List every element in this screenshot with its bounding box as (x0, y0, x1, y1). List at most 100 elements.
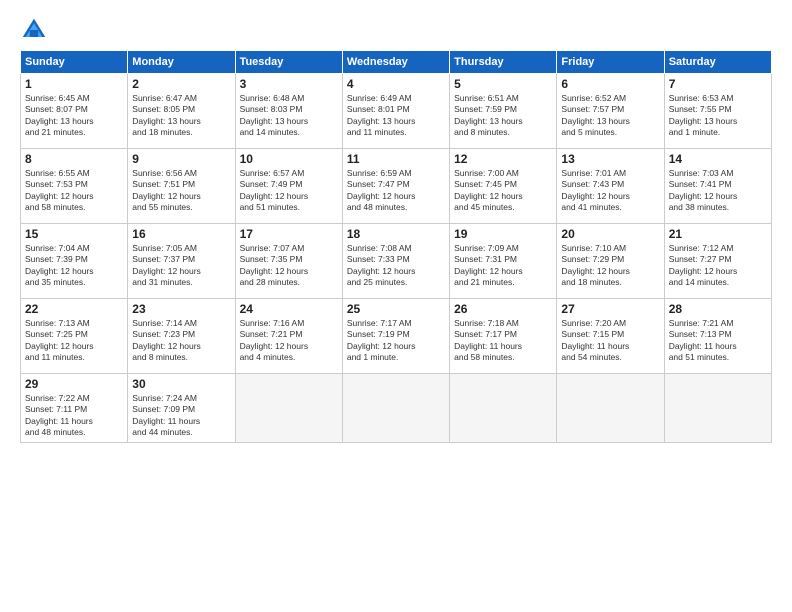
day-number: 19 (454, 227, 552, 241)
calendar-cell: 21Sunrise: 7:12 AM Sunset: 7:27 PM Dayli… (664, 224, 771, 299)
logo-icon (20, 16, 48, 44)
day-number: 12 (454, 152, 552, 166)
calendar-cell: 23 Sunrise: 7:14 AM Sunset: 7:23 PM Dayli… (128, 299, 235, 374)
day-number: 26 (454, 302, 552, 316)
day-info: Sunrise: 7:21 AM Sunset: 7:13 PM Dayligh… (669, 318, 767, 364)
day-number: 5 (454, 77, 552, 91)
day-info: Sunrise: 7:20 AM Sunset: 7:15 PM Dayligh… (561, 318, 659, 364)
day-info: Sunrise: 7:22 AM Sunset: 7:11 PM Dayligh… (25, 393, 123, 439)
day-info: Sunrise: 6:49 AM Sunset: 8:01 PM Dayligh… (347, 93, 445, 139)
calendar-cell: 4Sunrise: 6:49 AM Sunset: 8:01 PM Daylig… (342, 74, 449, 149)
day-number: 21 (669, 227, 767, 241)
day-info: Sunrise: 7:07 AM Sunset: 7:35 PM Dayligh… (240, 243, 338, 289)
calendar-cell: 12 Sunrise: 7:00 AM Sunset: 7:45 PM Dayli… (450, 149, 557, 224)
day-number: 27 (561, 302, 659, 316)
col-header-saturday: Saturday (664, 51, 771, 74)
calendar-week-3: 15Sunrise: 7:04 AM Sunset: 7:39 PM Dayli… (21, 224, 772, 299)
day-number: 3 (240, 77, 338, 91)
logo (20, 16, 52, 44)
calendar-cell: 29 Sunrise: 7:22 AM Sunset: 7:11 PM Dayli… (21, 374, 128, 443)
calendar-header-row: SundayMondayTuesdayWednesdayThursdayFrid… (21, 51, 772, 74)
calendar-cell: 17Sunrise: 7:07 AM Sunset: 7:35 PM Dayli… (235, 224, 342, 299)
col-header-tuesday: Tuesday (235, 51, 342, 74)
calendar-cell (342, 374, 449, 443)
calendar-week-2: 8 Sunrise: 6:55 AM Sunset: 7:53 PM Daylig… (21, 149, 772, 224)
day-number: 8 (25, 152, 123, 166)
day-number: 7 (669, 77, 767, 91)
calendar-cell: 18 Sunrise: 7:08 AM Sunset: 7:33 PM Dayli… (342, 224, 449, 299)
day-info: Sunrise: 6:52 AM Sunset: 7:57 PM Dayligh… (561, 93, 659, 139)
day-number: 28 (669, 302, 767, 316)
calendar-cell: 20 Sunrise: 7:10 AM Sunset: 7:29 PM Dayli… (557, 224, 664, 299)
day-info: Sunrise: 7:13 AM Sunset: 7:25 PM Dayligh… (25, 318, 123, 364)
calendar-cell: 28 Sunrise: 7:21 AM Sunset: 7:13 PM Dayli… (664, 299, 771, 374)
day-info: Sunrise: 6:48 AM Sunset: 8:03 PM Dayligh… (240, 93, 338, 139)
day-info: Sunrise: 7:05 AM Sunset: 7:37 PM Dayligh… (132, 243, 230, 289)
day-info: Sunrise: 6:55 AM Sunset: 7:53 PM Dayligh… (25, 168, 123, 214)
calendar-cell: 27 Sunrise: 7:20 AM Sunset: 7:15 PM Dayli… (557, 299, 664, 374)
day-info: Sunrise: 6:57 AM Sunset: 7:49 PM Dayligh… (240, 168, 338, 214)
calendar-week-1: 1Sunrise: 6:45 AM Sunset: 8:07 PM Daylig… (21, 74, 772, 149)
col-header-thursday: Thursday (450, 51, 557, 74)
col-header-sunday: Sunday (21, 51, 128, 74)
day-number: 1 (25, 77, 123, 91)
calendar-cell: 13 Sunrise: 7:01 AM Sunset: 7:43 PM Dayli… (557, 149, 664, 224)
day-number: 25 (347, 302, 445, 316)
calendar-cell: 24 Sunrise: 7:16 AM Sunset: 7:21 PM Dayli… (235, 299, 342, 374)
day-number: 15 (25, 227, 123, 241)
calendar-cell: 11Sunrise: 6:59 AM Sunset: 7:47 PM Dayli… (342, 149, 449, 224)
day-info: Sunrise: 6:59 AM Sunset: 7:47 PM Dayligh… (347, 168, 445, 214)
calendar-cell (235, 374, 342, 443)
day-number: 22 (25, 302, 123, 316)
col-header-monday: Monday (128, 51, 235, 74)
header (20, 16, 772, 44)
day-info: Sunrise: 7:18 AM Sunset: 7:17 PM Dayligh… (454, 318, 552, 364)
calendar-cell: 7 Sunrise: 6:53 AM Sunset: 7:55 PM Daylig… (664, 74, 771, 149)
calendar-cell: 14Sunrise: 7:03 AM Sunset: 7:41 PM Dayli… (664, 149, 771, 224)
day-info: Sunrise: 7:17 AM Sunset: 7:19 PM Dayligh… (347, 318, 445, 364)
calendar-cell: 9Sunrise: 6:56 AM Sunset: 7:51 PM Daylig… (128, 149, 235, 224)
calendar-cell: 16 Sunrise: 7:05 AM Sunset: 7:37 PM Dayli… (128, 224, 235, 299)
calendar-cell: 5 Sunrise: 6:51 AM Sunset: 7:59 PM Daylig… (450, 74, 557, 149)
day-info: Sunrise: 7:01 AM Sunset: 7:43 PM Dayligh… (561, 168, 659, 214)
col-header-wednesday: Wednesday (342, 51, 449, 74)
calendar-week-4: 22 Sunrise: 7:13 AM Sunset: 7:25 PM Dayli… (21, 299, 772, 374)
day-info: Sunrise: 6:53 AM Sunset: 7:55 PM Dayligh… (669, 93, 767, 139)
day-number: 29 (25, 377, 123, 391)
calendar-cell (557, 374, 664, 443)
day-info: Sunrise: 6:47 AM Sunset: 8:05 PM Dayligh… (132, 93, 230, 139)
day-number: 18 (347, 227, 445, 241)
day-number: 30 (132, 377, 230, 391)
day-info: Sunrise: 6:51 AM Sunset: 7:59 PM Dayligh… (454, 93, 552, 139)
calendar-cell: 30 Sunrise: 7:24 AM Sunset: 7:09 PM Dayli… (128, 374, 235, 443)
calendar-cell: 2 Sunrise: 6:47 AM Sunset: 8:05 PM Daylig… (128, 74, 235, 149)
day-info: Sunrise: 7:08 AM Sunset: 7:33 PM Dayligh… (347, 243, 445, 289)
calendar-cell: 10 Sunrise: 6:57 AM Sunset: 7:49 PM Dayli… (235, 149, 342, 224)
day-info: Sunrise: 7:14 AM Sunset: 7:23 PM Dayligh… (132, 318, 230, 364)
calendar-cell: 3 Sunrise: 6:48 AM Sunset: 8:03 PM Daylig… (235, 74, 342, 149)
day-number: 23 (132, 302, 230, 316)
calendar-cell (450, 374, 557, 443)
calendar-cell: 26 Sunrise: 7:18 AM Sunset: 7:17 PM Dayli… (450, 299, 557, 374)
day-info: Sunrise: 7:00 AM Sunset: 7:45 PM Dayligh… (454, 168, 552, 214)
calendar-cell: 25 Sunrise: 7:17 AM Sunset: 7:19 PM Dayli… (342, 299, 449, 374)
day-number: 14 (669, 152, 767, 166)
col-header-friday: Friday (557, 51, 664, 74)
calendar-cell: 22 Sunrise: 7:13 AM Sunset: 7:25 PM Dayli… (21, 299, 128, 374)
day-number: 2 (132, 77, 230, 91)
calendar-cell: 6 Sunrise: 6:52 AM Sunset: 7:57 PM Daylig… (557, 74, 664, 149)
day-info: Sunrise: 7:16 AM Sunset: 7:21 PM Dayligh… (240, 318, 338, 364)
calendar-cell (664, 374, 771, 443)
day-number: 13 (561, 152, 659, 166)
day-info: Sunrise: 7:09 AM Sunset: 7:31 PM Dayligh… (454, 243, 552, 289)
day-number: 9 (132, 152, 230, 166)
calendar-page: SundayMondayTuesdayWednesdayThursdayFrid… (0, 0, 792, 612)
day-number: 10 (240, 152, 338, 166)
calendar-cell: 1Sunrise: 6:45 AM Sunset: 8:07 PM Daylig… (21, 74, 128, 149)
day-info: Sunrise: 7:24 AM Sunset: 7:09 PM Dayligh… (132, 393, 230, 439)
day-number: 6 (561, 77, 659, 91)
day-number: 16 (132, 227, 230, 241)
day-number: 24 (240, 302, 338, 316)
day-info: Sunrise: 7:10 AM Sunset: 7:29 PM Dayligh… (561, 243, 659, 289)
day-number: 20 (561, 227, 659, 241)
